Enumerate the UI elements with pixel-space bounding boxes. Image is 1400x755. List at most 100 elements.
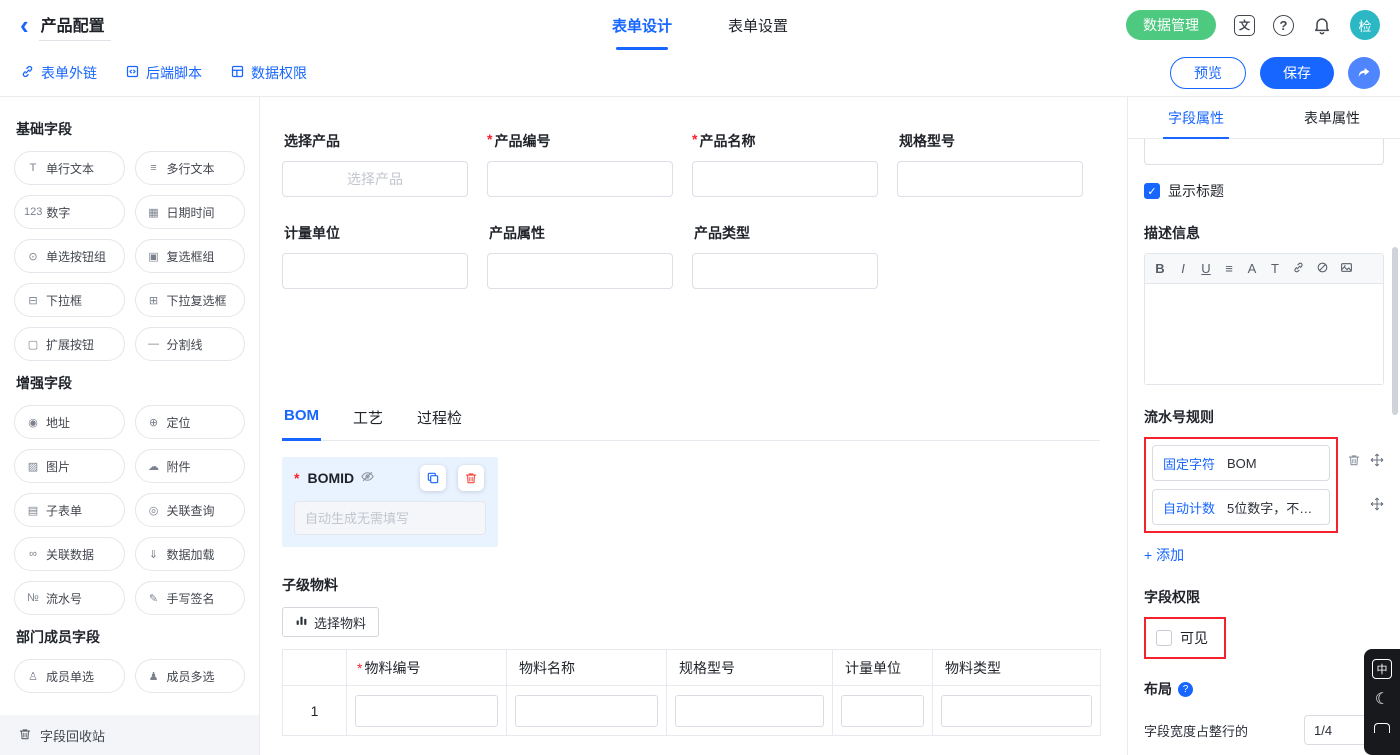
header-actions: 数据管理 文 ? 检 [1126,10,1380,40]
product-attr-input[interactable] [487,253,673,289]
rule-row-auto-count[interactable]: 自动计数 5位数字，不自... [1152,489,1330,525]
preview-button[interactable]: 预览 [1170,57,1246,89]
form-external-link[interactable]: 表单外链 [20,63,97,83]
sidebar-item-multi-line-text[interactable]: ≡多行文本 [135,151,246,185]
sidebar-item-multi-select[interactable]: ⊞下拉复选框 [135,283,246,317]
sidebar-item-extend-button[interactable]: ▢扩展按钮 [14,327,125,361]
language-toggle-icon[interactable]: 中 [1372,659,1392,679]
tab-bom[interactable]: BOM [282,407,321,440]
save-button[interactable]: 保存 [1260,57,1334,89]
form-fields-grid: 选择产品 *产品编号 *产品名称 规格型号 计量单位 产品属性 [282,131,1105,289]
copy-field-button[interactable] [420,465,446,491]
tab-process[interactable]: 工艺 [351,407,385,440]
tab-form-design[interactable]: 表单设计 [612,0,672,50]
backend-script-link[interactable]: 后端脚本 [125,63,202,83]
sidebar-item-member-multi[interactable]: ♟成员多选 [135,659,246,693]
page-title[interactable]: 产品配置 [39,10,111,41]
insert-link-icon[interactable] [1292,261,1305,277]
field-unit[interactable]: 计量单位 [282,223,468,289]
description-textarea[interactable] [1145,284,1383,384]
product-name-input[interactable] [692,161,878,197]
sidebar-item-divider[interactable]: —分割线 [135,327,246,361]
sidebar-item-attachment[interactable]: ☁附件 [135,449,246,483]
member-single-icon: ♙ [24,670,42,683]
material-spec-input[interactable] [675,695,824,727]
delete-field-button[interactable] [458,465,484,491]
tab-process-check[interactable]: 过程检 [415,407,464,440]
bomid-input[interactable] [294,501,486,535]
sidebar-item-member-single[interactable]: ♙成员单选 [14,659,125,693]
sidebar-item-data-load[interactable]: ⇓数据加载 [135,537,246,571]
panel-scrollbar[interactable] [1392,247,1398,415]
delete-rule-icon[interactable] [1347,453,1361,467]
list-icon[interactable]: ≡ [1223,261,1235,276]
sidebar-item-datetime[interactable]: ▦日期时间 [135,195,246,229]
product-type-input[interactable] [692,253,878,289]
help-icon[interactable]: ? [1273,15,1294,36]
material-type-input[interactable] [941,695,1092,727]
bell-icon[interactable] [1312,15,1332,35]
row-index: 1 [283,686,347,736]
selected-field-bomid[interactable]: * BOMID [282,457,498,547]
drag-rule-icon[interactable] [1370,453,1384,467]
field-product-name[interactable]: *产品名称 [692,131,878,197]
field-product-type[interactable]: 产品类型 [692,223,878,289]
add-rule-link[interactable]: + 添加 [1144,545,1184,565]
font-color-icon[interactable]: A [1246,261,1258,276]
field-product-attr[interactable]: 产品属性 [487,223,673,289]
sidebar-item-serial-number[interactable]: №流水号 [14,581,125,615]
select-material-button[interactable]: 选择物料 [282,607,379,637]
dark-mode-icon[interactable]: ☾ [1375,692,1389,708]
material-code-input[interactable] [355,695,498,727]
layout-help-icon[interactable]: ? [1178,682,1193,697]
visible-checkbox[interactable] [1156,630,1172,646]
select-product-input[interactable] [282,161,468,197]
underline-icon[interactable]: U [1200,261,1212,276]
tab-form-properties[interactable]: 表单属性 [1264,97,1400,138]
partial-scrolled-input[interactable] [1144,139,1384,165]
rule-row-fixed-char[interactable]: 固定字符 BOM [1152,445,1330,481]
layout-title-row: 布局 ? [1144,679,1384,699]
share-button[interactable] [1348,57,1380,89]
bold-icon[interactable]: B [1154,261,1166,276]
sidebar-item-single-line-text[interactable]: T单行文本 [14,151,125,185]
unit-input[interactable] [282,253,468,289]
language-icon[interactable]: 文 [1234,15,1255,36]
back-icon[interactable]: ‹ [20,12,29,38]
basic-fields-grid: T单行文本 ≡多行文本 123数字 ▦日期时间 ⊙单选按钮组 ▣复选框组 ⊟下拉… [14,151,245,361]
tab-form-settings[interactable]: 表单设置 [728,0,788,50]
remove-link-icon[interactable] [1316,261,1329,277]
italic-icon[interactable]: I [1177,261,1189,276]
sidebar-item-lookup-query[interactable]: ◎关联查询 [135,493,246,527]
product-code-input[interactable] [487,161,673,197]
spec-model-input[interactable] [897,161,1083,197]
show-title-checkbox[interactable]: ✓ [1144,183,1160,199]
field-select-product[interactable]: 选择产品 [282,131,468,197]
sidebar-item-related-data[interactable]: ∞关联数据 [14,537,125,571]
sidebar-item-signature[interactable]: ✎手写签名 [135,581,246,615]
field-spec-model[interactable]: 规格型号 [897,131,1083,197]
data-manage-button[interactable]: 数据管理 [1126,10,1216,40]
tab-field-properties[interactable]: 字段属性 [1128,97,1264,138]
insert-image-icon[interactable] [1340,261,1353,277]
sidebar-item-address[interactable]: ◉地址 [14,405,125,439]
sidebar-item-checkbox-group[interactable]: ▣复选框组 [135,239,246,273]
field-recycle-bin[interactable]: 字段回收站 [0,715,259,755]
drag-rule-icon[interactable] [1370,497,1384,511]
font-size-icon[interactable]: T [1269,261,1281,276]
sidebar-item-number[interactable]: 123数字 [14,195,125,229]
sidebar-item-radio-group[interactable]: ⊙单选按钮组 [14,239,125,273]
field-product-code[interactable]: *产品编号 [487,131,673,197]
sidebar-item-location[interactable]: ⊕定位 [135,405,246,439]
data-permission-link[interactable]: 数据权限 [230,63,307,83]
material-name-input[interactable] [515,695,658,727]
sidebar-item-subform[interactable]: ▤子表单 [14,493,125,527]
properties-panel: 字段属性 表单属性 ✓ 显示标题 描述信息 B I U ≡ A T [1127,97,1400,755]
material-unit-input[interactable] [841,695,924,727]
script-icon [125,64,140,82]
sidebar-item-image[interactable]: ▨图片 [14,449,125,483]
sidebar-item-select[interactable]: ⊟下拉框 [14,283,125,317]
avatar[interactable]: 检 [1350,10,1380,40]
theme-icon-partial[interactable] [1374,723,1390,733]
col-header-unit: 计量单位 [833,650,933,686]
